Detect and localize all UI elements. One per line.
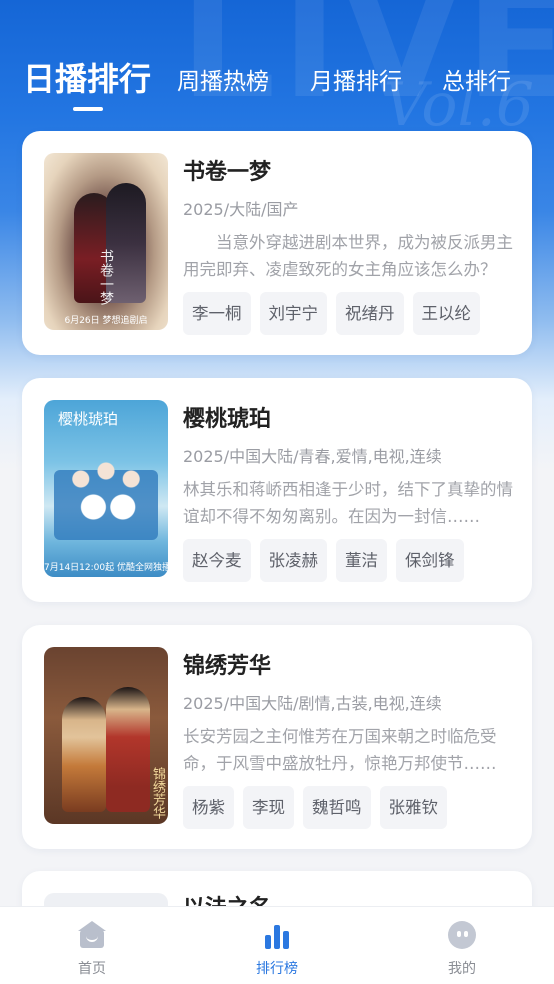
drama-description: 当意外穿越进剧本世界，成为被反派男主用完即弃、凌虐致死的女主角应该怎么办？ (183, 233, 513, 279)
nav-label: 排行榜 (256, 961, 298, 977)
nav-profile[interactable]: 我的 (402, 907, 522, 984)
tab-monthly[interactable]: 月播排行 (310, 62, 402, 96)
cast-tags: 杨紫 李现 魏哲鸣 张雅钦 (183, 786, 447, 829)
poster-caption: 6月26日 梦想追剧启 (64, 316, 148, 326)
cast-tags: 赵今麦 张凌赫 董洁 保剑锋 (183, 539, 464, 582)
drama-card[interactable]: 书卷一梦 6月26日 梦想追剧启 书卷一梦 2025/大陆/国产 当意外穿越进剧… (22, 131, 532, 355)
nav-label: 我的 (448, 961, 476, 977)
cast-tag[interactable]: 张凌赫 (259, 539, 327, 582)
drama-meta: 2025/中国大陆/青春,爱情,电视,连续 (183, 447, 442, 466)
drama-card[interactable]: 锦绣芳华 锦绣芳华 2025/中国大陆/剧情,古装,电视,连续 长安芳园之主何惟… (22, 625, 532, 849)
tab-daily[interactable]: 日播排行 (23, 54, 151, 100)
drama-card[interactable]: 樱桃琥珀 7月14日12:00起 优酷全网独播 樱桃琥珀 2025/中国大陆/青… (22, 378, 532, 602)
active-tab-indicator (73, 107, 103, 111)
cast-tag[interactable]: 赵今麦 (183, 539, 251, 582)
cast-tag[interactable]: 董洁 (336, 539, 387, 582)
profile-icon (448, 921, 476, 949)
drama-title[interactable]: 书卷一梦 (183, 153, 513, 193)
poster-title: 锦绣芳华 (150, 767, 165, 819)
drama-poster[interactable]: 樱桃琥珀 7月14日12:00起 优酷全网独播 (44, 400, 168, 577)
ranking-tabs: 日播排行 周播热榜 月播排行 总排行 (0, 52, 554, 112)
drama-meta: 2025/大陆/国产 (183, 200, 299, 219)
poster-title: 樱桃琥珀 (58, 410, 119, 428)
cast-tags: 李一桐 刘宇宁 祝绪丹 王以纶 (183, 292, 480, 335)
cast-tag[interactable]: 李现 (243, 786, 294, 829)
poster-figure (62, 697, 106, 812)
cast-tag[interactable]: 王以纶 (412, 292, 480, 335)
drama-poster[interactable]: 书卷一梦 6月26日 梦想追剧启 (44, 153, 168, 330)
cast-tag[interactable]: 李一桐 (183, 292, 251, 335)
poster-caption: 7月14日12:00起 优酷全网独播 (44, 563, 168, 573)
nav-home[interactable]: 首页 (32, 907, 152, 984)
cast-tag[interactable]: 魏哲鸣 (303, 786, 371, 829)
nav-label: 首页 (78, 961, 106, 977)
home-icon (78, 921, 106, 949)
cast-tag[interactable]: 保剑锋 (396, 539, 464, 582)
drama-description: 长安芳园之主何惟芳在万国来朝之时临危受命，于风雪中盛放牡丹，惊艳万邦使节…… (183, 727, 497, 773)
drama-title[interactable]: 锦绣芳华 (183, 647, 513, 687)
drama-description: 林其乐和蒋峤西相逢于少时，结下了真挚的情谊却不得不匆匆离别。在因为一封信…… (183, 480, 513, 526)
poster-title: 书卷一梦 (98, 249, 114, 305)
poster-figures (64, 455, 148, 535)
cast-tag[interactable]: 杨紫 (183, 786, 234, 829)
poster-figure (106, 687, 150, 812)
tab-weekly[interactable]: 周播热榜 (177, 62, 269, 96)
drama-title[interactable]: 樱桃琥珀 (183, 400, 513, 440)
cast-tag[interactable]: 张雅钦 (379, 786, 447, 829)
bottom-navigation: 首页 排行榜 我的 (0, 906, 554, 984)
nav-ranking[interactable]: 排行榜 (217, 907, 337, 984)
tab-overall[interactable]: 总排行 (442, 62, 511, 96)
drama-poster[interactable]: 锦绣芳华 (44, 647, 168, 824)
drama-meta: 2025/中国大陆/剧情,古装,电视,连续 (183, 694, 442, 713)
bar-chart-icon (263, 921, 291, 949)
cast-tag[interactable]: 祝绪丹 (336, 292, 404, 335)
cast-tag[interactable]: 刘宇宁 (259, 292, 327, 335)
